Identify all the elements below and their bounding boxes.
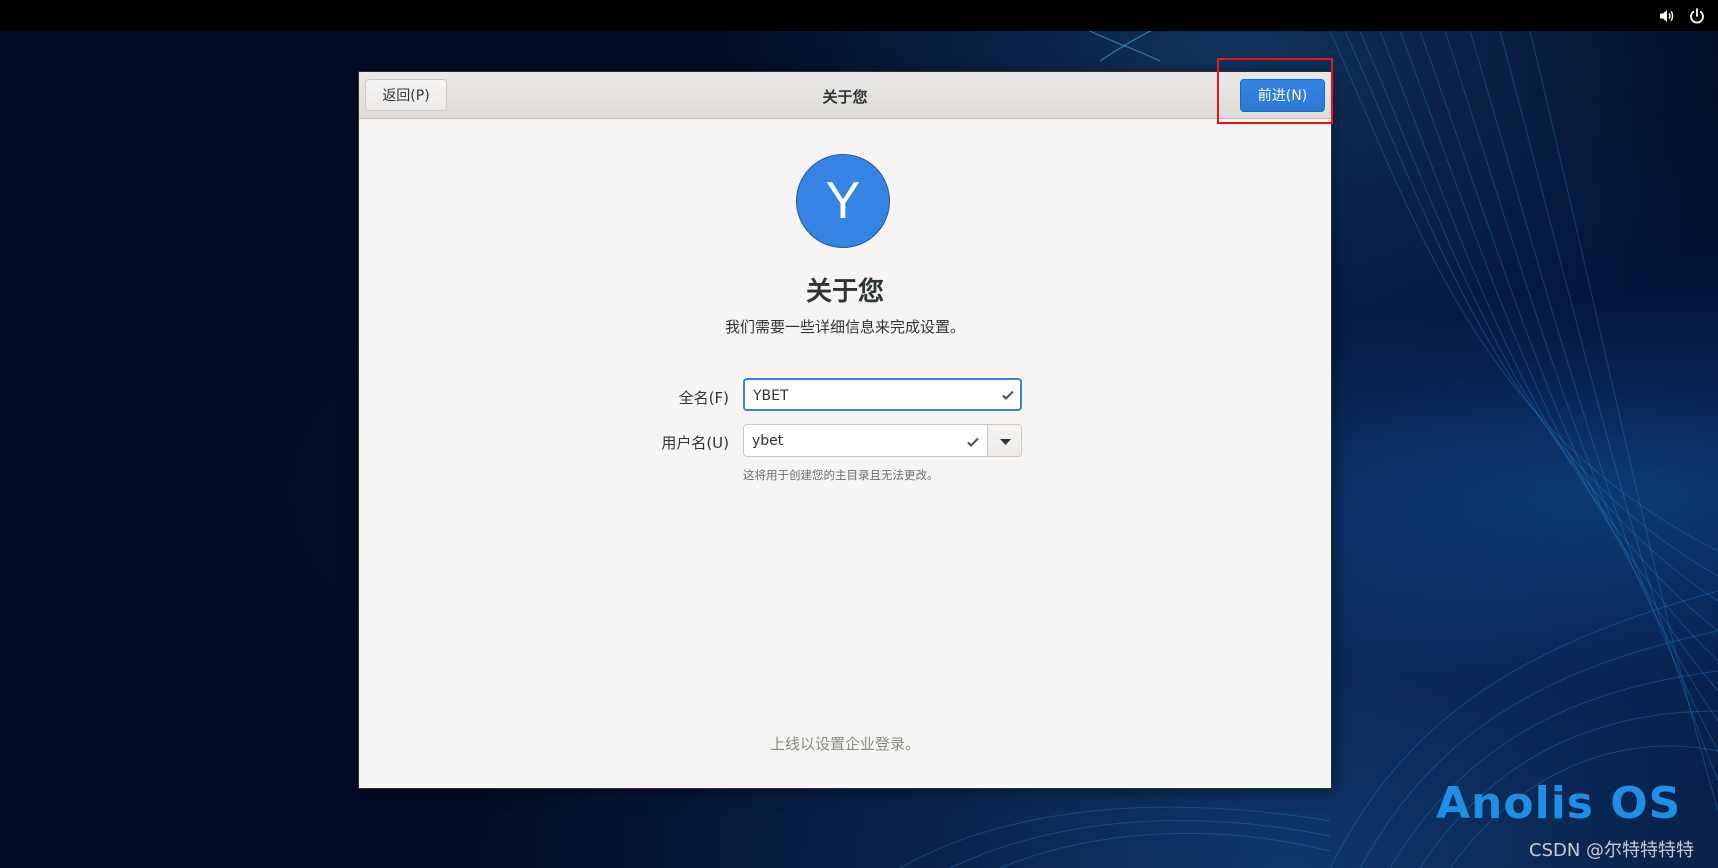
enterprise-login-link[interactable]: 上线以设置企业登录。 (359, 733, 1331, 754)
system-tray (1658, 7, 1706, 25)
window-title: 关于您 (822, 88, 868, 106)
username-field[interactable] (743, 424, 988, 457)
fullname-input[interactable] (753, 380, 983, 411)
check-icon (966, 434, 980, 448)
page-heading: 关于您 (805, 277, 884, 307)
power-icon[interactable] (1688, 7, 1706, 25)
fullname-label: 全名(F) (678, 389, 729, 407)
setup-window: 返回(P) 关于您 前进(N) Y 关于您 我们需要一些详细信息来完成设置。 全… (358, 71, 1332, 789)
header-bar: 返回(P) 关于您 前进(N) (359, 72, 1331, 119)
page-subtitle: 我们需要一些详细信息来完成设置。 (724, 318, 965, 336)
top-bar (0, 0, 1718, 31)
check-icon (1001, 387, 1015, 401)
username-hint: 这将用于创建您的主目录且无法更改。 (743, 468, 939, 482)
avatar[interactable]: Y (796, 154, 890, 248)
volume-icon[interactable] (1658, 7, 1676, 25)
username-label: 用户名(U) (661, 434, 729, 452)
chevron-down-icon (1000, 439, 1011, 445)
username-input[interactable] (752, 425, 952, 456)
username-dropdown-button[interactable] (987, 424, 1022, 457)
next-button[interactable]: 前进(N) (1240, 79, 1325, 112)
watermark: CSDN @尔特特特特 (1529, 840, 1695, 861)
fullname-field[interactable] (743, 378, 1022, 411)
brand-logo: Anolis OS (1436, 778, 1682, 829)
